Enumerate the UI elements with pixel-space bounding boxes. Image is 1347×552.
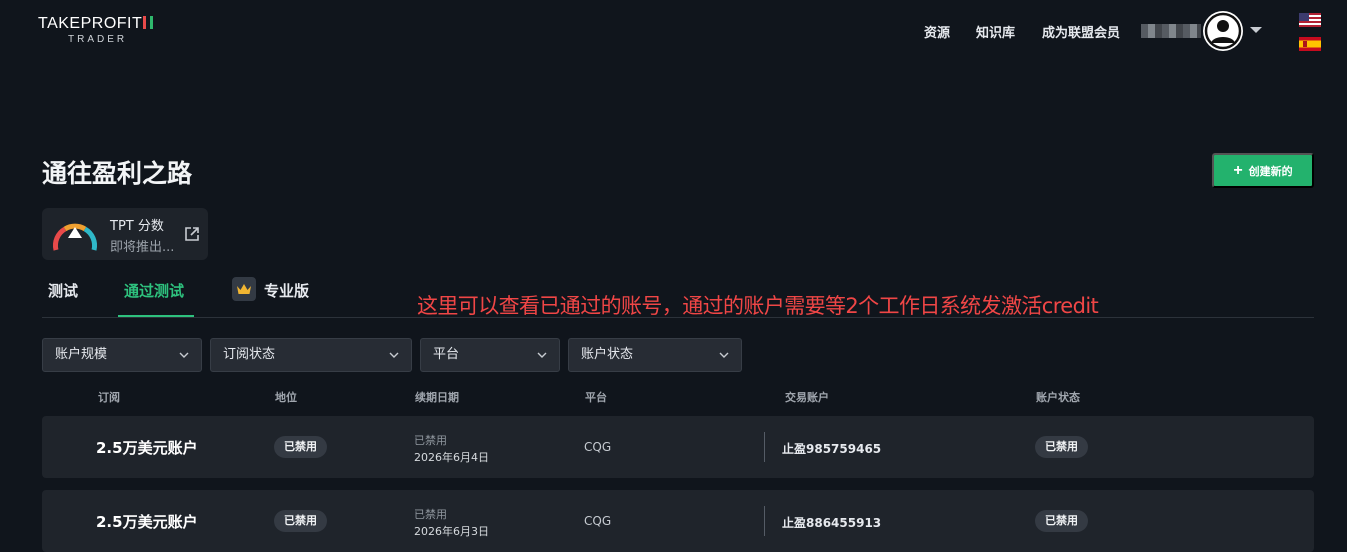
chevron-down-icon	[719, 352, 729, 358]
column-header-status: 地位	[275, 391, 297, 404]
chevron-down-icon	[537, 352, 547, 358]
logo-wordmark: TAKEPROFIT	[38, 15, 168, 33]
nav-knowledge-base[interactable]: 知识库	[976, 22, 1015, 41]
renewal-label: 已禁用	[414, 508, 447, 521]
filter-account-status[interactable]: 账户状态	[568, 338, 742, 372]
filter-platform[interactable]: 平台	[420, 338, 560, 372]
table-row[interactable]: 2.5万美元账户 已禁用 已禁用 2026年6月4日 CQG 止盈9857594…	[42, 416, 1314, 478]
account-status-badge: 已禁用	[1035, 510, 1088, 532]
filter-account-size-label: 账户规模	[55, 347, 108, 362]
account-status-badge: 已禁用	[1035, 436, 1088, 458]
filter-platform-label: 平台	[433, 347, 460, 362]
column-header-renewal-date: 续期日期	[415, 391, 459, 404]
chevron-down-icon[interactable]	[1250, 27, 1262, 33]
tab-passed-test[interactable]: 通过测试	[124, 280, 184, 301]
subscription-name: 2.5万美元账户	[96, 513, 198, 531]
external-link-icon[interactable]	[184, 226, 200, 242]
column-divider	[764, 432, 765, 462]
trading-account: 止盈886455913	[782, 516, 882, 530]
tpt-score-card[interactable]: TPT 分数 即将推出...	[42, 208, 208, 260]
score-subtitle: 即将推出...	[110, 240, 175, 255]
es-flag-icon[interactable]	[1299, 37, 1321, 51]
renewal-date: 2026年6月3日	[414, 525, 489, 538]
column-divider	[764, 506, 765, 536]
tab-test[interactable]: 测试	[48, 280, 78, 301]
page-title: 通往盈利之路	[42, 159, 193, 188]
nav-resources[interactable]: 资源	[924, 22, 950, 41]
crown-icon[interactable]	[232, 277, 256, 301]
chevron-down-icon	[179, 352, 189, 358]
score-title: TPT 分数	[110, 219, 164, 234]
gauge-icon	[52, 223, 98, 251]
platform-value: CQG	[584, 440, 612, 454]
renewal-date: 2026年6月4日	[414, 451, 489, 464]
subscription-name: 2.5万美元账户	[96, 439, 198, 457]
tab-pro[interactable]: 专业版	[264, 280, 309, 301]
chevron-down-icon	[389, 352, 399, 358]
redacted-username	[1141, 24, 1201, 38]
table-row[interactable]: 2.5万美元账户 已禁用 已禁用 2026年6月3日 CQG 止盈8864559…	[42, 490, 1314, 552]
trading-account: 止盈985759465	[782, 442, 882, 456]
create-new-label: 创建新的	[1248, 165, 1293, 178]
filter-subscription-status[interactable]: 订阅状态	[210, 338, 412, 372]
status-badge: 已禁用	[274, 510, 327, 532]
annotation-note: 这里可以查看已通过的账号，通过的账户需要等2个工作日系统发激活credit	[417, 294, 1099, 318]
nav-become-affiliate[interactable]: 成为联盟会员	[1042, 22, 1120, 41]
logo-mark-icon	[143, 16, 154, 29]
logo-subtitle: TRADER	[68, 34, 128, 45]
user-circle-icon[interactable]	[1203, 11, 1243, 51]
column-header-platform: 平台	[585, 391, 607, 404]
renewal-label: 已禁用	[414, 434, 447, 447]
platform-value: CQG	[584, 514, 612, 528]
us-flag-icon[interactable]	[1299, 13, 1321, 27]
plus-icon: +	[1233, 161, 1243, 179]
logo[interactable]: TAKEPROFIT TRADER	[38, 15, 168, 45]
filter-account-status-label: 账户状态	[581, 347, 634, 362]
column-header-subscription: 订阅	[98, 391, 120, 404]
column-header-account-status: 账户状态	[1036, 391, 1080, 404]
status-badge: 已禁用	[274, 436, 327, 458]
create-new-button[interactable]: + 创建新的	[1212, 153, 1314, 188]
filter-account-size[interactable]: 账户规模	[42, 338, 202, 372]
filter-subscription-status-label: 订阅状态	[223, 347, 276, 362]
column-header-trading-account: 交易账户	[785, 391, 829, 404]
